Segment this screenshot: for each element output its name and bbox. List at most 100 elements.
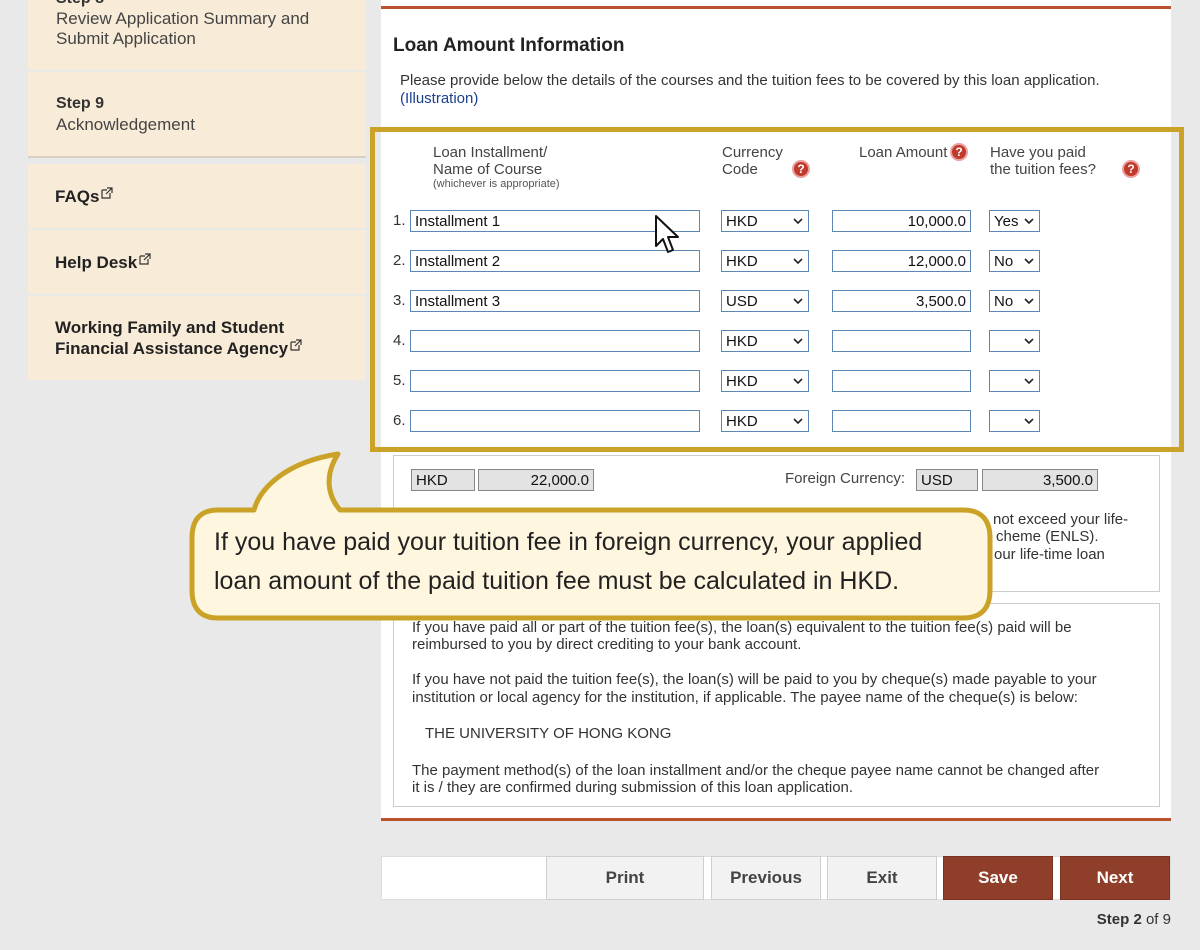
lifetime-limit-text-line2: cheme (ENLS).	[996, 528, 1099, 545]
chevron-down-icon	[793, 378, 803, 385]
external-link-icon	[139, 253, 151, 265]
loan-amount-input[interactable]: 12,000.0	[832, 250, 971, 272]
step-8-desc-line1: Review Application Summary and	[56, 9, 310, 28]
sidebar-link-help-desk[interactable]: Help Desk	[28, 230, 366, 294]
previous-button[interactable]: Previous	[711, 856, 821, 900]
chevron-down-icon	[1024, 258, 1034, 265]
chevron-down-icon	[793, 218, 803, 225]
header-course-note: (whichever is appropriate)	[433, 178, 560, 190]
print-button[interactable]: Print	[546, 856, 704, 900]
payment-text-line1b: reimbursed to you by direct crediting to…	[412, 636, 802, 653]
header-amount: Loan Amount	[859, 144, 948, 161]
sidebar-link-faqs[interactable]: FAQs	[28, 164, 366, 228]
chevron-down-icon	[1024, 218, 1034, 225]
paid-value: No	[994, 293, 1014, 310]
loan-amount-input[interactable]	[832, 330, 971, 352]
chevron-down-icon	[793, 418, 803, 425]
payment-text-para3-line2: it is / they are confirmed during submis…	[412, 779, 854, 796]
top-rule	[381, 6, 1171, 9]
chevron-down-icon	[1024, 298, 1034, 305]
course-name-input[interactable]	[410, 330, 700, 352]
chevron-down-icon	[793, 258, 803, 265]
faqs-link[interactable]: FAQs	[55, 186, 114, 207]
currency-select[interactable]: USD	[721, 290, 809, 312]
paid-help-icon[interactable]: ?	[1122, 160, 1140, 178]
chevron-down-icon	[1024, 338, 1034, 345]
course-name-input[interactable]	[410, 410, 700, 432]
currency-value: HKD	[726, 373, 758, 390]
illustration-link[interactable]: (Illustration)	[400, 90, 478, 108]
payment-text-para2-line1: If you have not paid the tuition fee(s),…	[412, 671, 1097, 688]
paid-select[interactable]	[989, 330, 1040, 352]
header-currency-line2: Code	[722, 161, 758, 178]
chevron-down-icon	[793, 338, 803, 345]
row-number: 2.	[393, 252, 406, 269]
section-intro: Please provide below the details of the …	[400, 72, 1100, 89]
chevron-down-icon	[1024, 378, 1034, 385]
loan-amount-input[interactable]: 10,000.0	[832, 210, 971, 232]
currency-select[interactable]: HKD	[721, 330, 809, 352]
step-9-desc: Acknowledgement	[56, 115, 195, 134]
amount-help-icon[interactable]: ?	[950, 143, 968, 161]
currency-help-icon[interactable]: ?	[792, 160, 810, 178]
currency-value: USD	[726, 293, 758, 310]
currency-select[interactable]: HKD	[721, 410, 809, 432]
section-title: Loan Amount Information	[393, 35, 625, 56]
payment-text-para2-line2: institution or local agency for the inst…	[412, 689, 1078, 706]
save-button[interactable]: Save	[943, 856, 1053, 900]
step-9-label: Step 9	[56, 95, 105, 112]
loan-amount-input[interactable]	[832, 370, 971, 392]
paid-select[interactable]	[989, 410, 1040, 432]
currency-value: HKD	[726, 253, 758, 270]
mouse-cursor-icon	[655, 215, 679, 253]
currency-select[interactable]: HKD	[721, 370, 809, 392]
lifetime-limit-text-line1: not exceed your life-	[993, 511, 1129, 528]
paid-value: No	[994, 253, 1014, 270]
next-button[interactable]: Next	[1060, 856, 1170, 900]
header-paid-line1: Have you paid	[990, 144, 1086, 161]
course-name-input[interactable]: Installment 3	[410, 290, 700, 312]
payment-text-para3-line1: The payment method(s) of the loan instal…	[412, 762, 1100, 779]
loan-amount-input[interactable]: 3,500.0	[832, 290, 971, 312]
loan-amount-input[interactable]	[832, 410, 971, 432]
currency-value: HKD	[726, 213, 758, 230]
row-number: 6.	[393, 412, 406, 429]
callout-text-line1: If you have paid your tuition fee in for…	[214, 528, 923, 556]
currency-select[interactable]: HKD	[721, 250, 809, 272]
paid-select[interactable]	[989, 370, 1040, 392]
agency-label-line2: Financial Assistance Agency	[55, 339, 289, 358]
header-course-line1: Loan Installment/	[433, 144, 548, 161]
agency-link[interactable]: Working Family and Student Financial Ass…	[55, 317, 302, 359]
row-number: 4.	[393, 332, 406, 349]
header-currency-line1: Currency	[722, 144, 783, 161]
currency-select[interactable]: HKD	[721, 210, 809, 232]
sidebar-step-8[interactable]: Step 8 Review Application Summary and Su…	[28, 0, 366, 70]
currency-value: HKD	[726, 413, 758, 430]
header-course-line2: Name of Course	[433, 161, 543, 178]
faqs-label: FAQs	[55, 187, 100, 206]
row-number: 1.	[393, 212, 406, 229]
row-number: 5.	[393, 372, 406, 389]
row-number: 3.	[393, 292, 406, 309]
step-8-desc-line2: Submit Application	[56, 29, 196, 48]
help-desk-link[interactable]: Help Desk	[55, 252, 151, 273]
paid-select[interactable]: No	[989, 290, 1040, 312]
step-progress: Step 2 of 9	[1097, 911, 1171, 928]
bottom-rule	[381, 818, 1171, 821]
course-name-input[interactable]	[410, 370, 700, 392]
paid-select[interactable]: Yes	[989, 210, 1040, 232]
agency-label-line1: Working Family and Student	[55, 318, 285, 337]
callout-text-line2: loan amount of the paid tuition fee must…	[214, 567, 900, 595]
help-desk-label: Help Desk	[55, 253, 138, 272]
payee-name: THE UNIVERSITY OF HONG KONG	[425, 725, 672, 742]
header-paid-line2: the tuition fees?	[990, 161, 1096, 178]
paid-select[interactable]: No	[989, 250, 1040, 272]
sidebar-step-9[interactable]: Step 9 Acknowledgement	[28, 72, 366, 158]
currency-value: HKD	[726, 333, 758, 350]
step-progress-total: of 9	[1145, 911, 1171, 928]
paid-value: Yes	[994, 213, 1019, 230]
sidebar-link-agency[interactable]: Working Family and Student Financial Ass…	[28, 296, 366, 380]
chevron-down-icon	[793, 298, 803, 305]
external-link-icon	[101, 187, 114, 199]
exit-button[interactable]: Exit	[827, 856, 937, 900]
